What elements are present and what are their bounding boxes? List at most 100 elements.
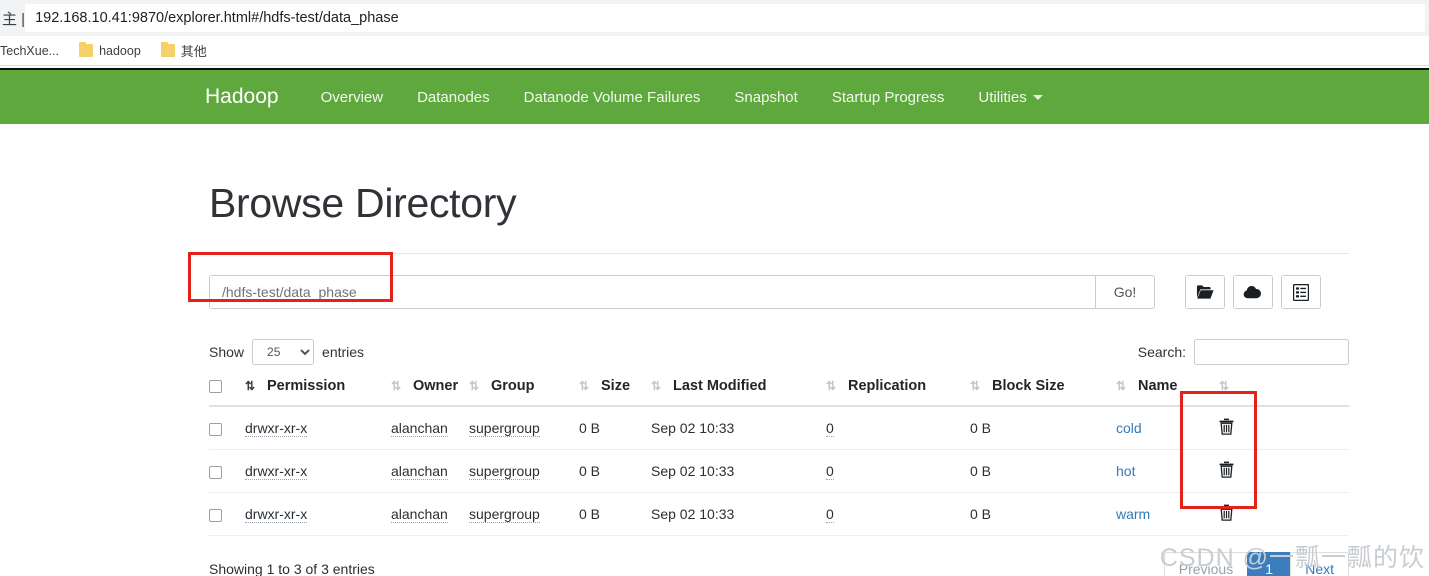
permission-value[interactable]: drwxr-xr-x xyxy=(245,506,308,523)
column-header-size[interactable]: ⇅ Size xyxy=(579,378,651,407)
main-content: Browse Directory Go! xyxy=(0,124,1429,576)
trash-icon[interactable] xyxy=(1219,504,1234,524)
row-select-cell[interactable] xyxy=(209,406,245,450)
group-value[interactable]: supergroup xyxy=(469,420,540,437)
column-header-permission-label: Permission xyxy=(267,378,346,394)
chevron-down-icon xyxy=(1032,95,1043,101)
browser-chrome: 主 | 192.168.10.41:9870/explorer.html#/hd… xyxy=(0,0,1429,36)
search-label: Search: xyxy=(1137,344,1186,360)
permission-value[interactable]: drwxr-xr-x xyxy=(245,420,308,437)
cell-block-size: 0 B xyxy=(970,406,1116,450)
bookmark-item-other[interactable]: 其他 xyxy=(151,39,217,63)
replication-value[interactable]: 0 xyxy=(826,463,834,480)
bookmark-label: TechXue... xyxy=(0,43,60,58)
trash-icon[interactable] xyxy=(1219,418,1234,438)
cell-permission: drwxr-xr-x xyxy=(245,406,391,450)
replication-value[interactable]: 0 xyxy=(826,506,834,523)
nav-link-startup-progress[interactable]: Startup Progress xyxy=(832,89,945,106)
cell-replication: 0 xyxy=(826,449,970,493)
title-divider xyxy=(209,253,1349,254)
bookmark-item-hadoop[interactable]: hadoop xyxy=(69,39,151,63)
path-input[interactable] xyxy=(209,275,1095,309)
cloud-upload-icon xyxy=(1243,286,1262,299)
folder-open-icon xyxy=(1196,285,1214,299)
owner-value[interactable]: alanchan xyxy=(391,463,448,480)
row-select-cell[interactable] xyxy=(209,449,245,493)
file-name-link[interactable]: warm xyxy=(1116,506,1150,522)
sort-both-icon: ⇅ xyxy=(469,379,480,393)
showing-entries-info: Showing 1 to 3 of 3 entries xyxy=(209,561,375,576)
cell-block-size: 0 B xyxy=(970,492,1116,536)
folder-icon xyxy=(79,42,94,57)
chrome-left-fragment: 主 | xyxy=(2,10,26,28)
select-all-checkbox[interactable] xyxy=(209,379,222,393)
search-control: Search: xyxy=(1138,339,1349,365)
group-value[interactable]: supergroup xyxy=(469,463,540,480)
main-navbar: Hadoop Overview Datanodes Datanode Volum… xyxy=(0,68,1429,124)
page-title: Browse Directory xyxy=(209,180,517,226)
upload-files-button[interactable] xyxy=(1233,275,1273,309)
file-name-link[interactable]: cold xyxy=(1116,420,1142,436)
file-name-link[interactable]: hot xyxy=(1116,463,1135,479)
nav-link-datanode-volume-failures[interactable]: Datanode Volume Failures xyxy=(524,89,701,106)
cell-group: supergroup xyxy=(469,406,579,450)
sort-both-icon: ⇅ xyxy=(1116,379,1127,393)
table-controls: Show 25 50 100 entries Search: xyxy=(209,338,1349,366)
column-header-permission[interactable]: ⇅ Permission xyxy=(245,378,391,407)
trash-icon[interactable] xyxy=(1219,461,1234,481)
nav-link-utilities[interactable]: Utilities xyxy=(978,89,1043,106)
group-value[interactable]: supergroup xyxy=(469,506,540,523)
bookmark-item-techxue[interactable]: TechXue... xyxy=(0,39,69,63)
row-checkbox[interactable] xyxy=(209,508,222,522)
column-header-last-modified-label: Last Modified xyxy=(673,378,767,394)
column-header-group[interactable]: ⇅ Group xyxy=(469,378,579,407)
cell-owner: alanchan xyxy=(391,449,469,493)
cut-paste-button[interactable] xyxy=(1281,275,1321,309)
cell-owner: alanchan xyxy=(391,492,469,536)
address-bar-url: 192.168.10.41:9870/explorer.html#/hdfs-t… xyxy=(35,10,399,26)
navbar-brand[interactable]: Hadoop xyxy=(205,85,279,109)
nav-link-snapshot[interactable]: Snapshot xyxy=(734,89,797,106)
cell-delete xyxy=(1219,449,1349,493)
column-header-group-label: Group xyxy=(491,378,535,394)
row-select-cell[interactable] xyxy=(209,492,245,536)
cell-size: 0 B xyxy=(579,449,651,493)
replication-value[interactable]: 0 xyxy=(826,420,834,437)
sort-both-icon: ⇅ xyxy=(579,379,590,393)
entries-suffix-label: entries xyxy=(322,344,365,360)
table-header-row: ⇅ Permission ⇅ Owner ⇅ Group ⇅ Size ⇅ Last Mo xyxy=(209,378,1349,407)
entries-per-page-select[interactable]: 25 50 100 xyxy=(252,339,315,365)
cell-delete xyxy=(1219,406,1349,450)
owner-value[interactable]: alanchan xyxy=(391,420,448,437)
show-entries-control: Show 25 50 100 entries xyxy=(209,339,364,365)
permission-value[interactable]: drwxr-xr-x xyxy=(245,463,308,480)
column-header-replication-label: Replication xyxy=(848,378,927,394)
column-header-name[interactable]: ⇅ Name xyxy=(1116,378,1219,407)
path-toolbar: Go! xyxy=(209,275,1349,309)
column-header-replication[interactable]: ⇅ Replication xyxy=(826,378,970,407)
nav-link-overview[interactable]: Overview xyxy=(321,89,384,106)
sort-both-icon: ⇅ xyxy=(391,379,402,393)
create-directory-button[interactable] xyxy=(1185,275,1225,309)
cell-delete xyxy=(1219,492,1349,536)
column-header-size-label: Size xyxy=(601,378,631,394)
cell-size: 0 B xyxy=(579,492,651,536)
sort-both-icon: ⇅ xyxy=(826,379,837,393)
search-input[interactable] xyxy=(1194,339,1349,365)
row-checkbox[interactable] xyxy=(209,465,222,479)
path-action-buttons xyxy=(1185,275,1321,309)
column-header-owner[interactable]: ⇅ Owner xyxy=(391,378,469,407)
column-header-select-all[interactable] xyxy=(209,378,245,407)
cell-last-modified: Sep 02 10:33 xyxy=(651,449,826,493)
cell-permission: drwxr-xr-x xyxy=(245,492,391,536)
row-checkbox[interactable] xyxy=(209,422,222,436)
cell-last-modified: Sep 02 10:33 xyxy=(651,406,826,450)
address-bar[interactable]: 192.168.10.41:9870/explorer.html#/hdfs-t… xyxy=(25,4,1425,32)
owner-value[interactable]: alanchan xyxy=(391,506,448,523)
nav-link-datanodes[interactable]: Datanodes xyxy=(417,89,490,106)
column-header-block-size[interactable]: ⇅ Block Size xyxy=(970,378,1116,407)
column-header-last-modified[interactable]: ⇅ Last Modified xyxy=(651,378,826,407)
go-button[interactable]: Go! xyxy=(1095,275,1155,309)
cell-owner: alanchan xyxy=(391,406,469,450)
sort-both-icon: ⇅ xyxy=(651,379,662,393)
